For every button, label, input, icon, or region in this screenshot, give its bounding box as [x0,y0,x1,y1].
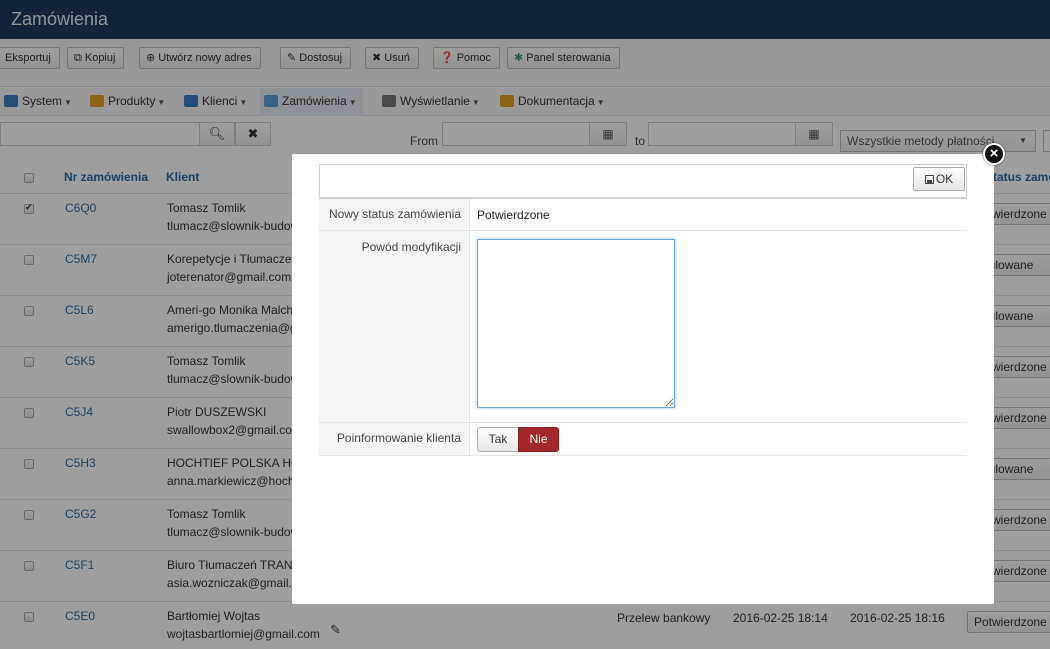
dialog-toolbar: OK [319,164,967,199]
form-row-new-status: Nowy status zamówienia Potwierdzone [319,199,967,231]
status-change-dialog: OK Nowy status zamówienia Potwierdzone P… [292,154,994,604]
close-icon: × [989,145,999,162]
reason-textarea[interactable] [477,239,675,408]
close-dialog-button[interactable]: × [983,143,1005,165]
save-icon [924,175,934,184]
new-status-value: Potwierdzone [477,208,550,222]
notify-no-button[interactable]: Nie [518,427,559,452]
notify-label: Poinformowanie klienta [319,423,470,455]
form-row-reason: Powód modyfikacji [319,231,967,423]
reason-label: Powód modyfikacji [319,231,470,422]
ok-button[interactable]: OK [913,167,965,191]
ok-button-label: OK [935,172,954,186]
notify-yes-button[interactable]: Tak [477,427,519,452]
new-status-label: Nowy status zamówienia [319,199,470,230]
form-row-notify: Poinformowanie klienta Tak Nie [319,423,967,456]
